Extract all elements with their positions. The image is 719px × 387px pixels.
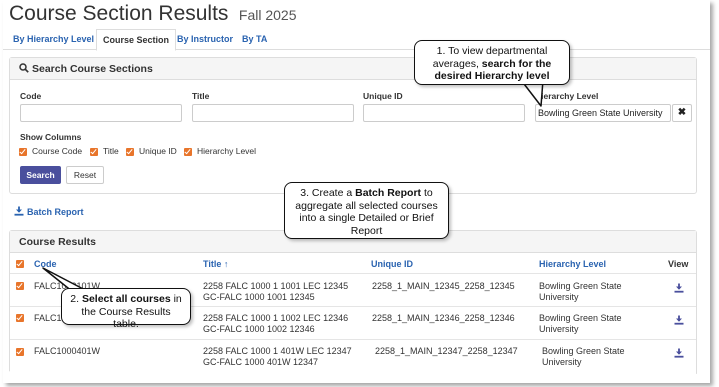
callout-2: 2. Select all courses in the Course Resu… bbox=[61, 288, 191, 330]
torn-edge bbox=[3, 369, 710, 383]
callout-3: 3. Create a Batch Report to aggregate al… bbox=[284, 182, 449, 239]
app-window: Course Section Results Fall 2025 By Hier… bbox=[3, 0, 710, 383]
callout-1: 1. To view departmental averages, search… bbox=[414, 40, 570, 85]
